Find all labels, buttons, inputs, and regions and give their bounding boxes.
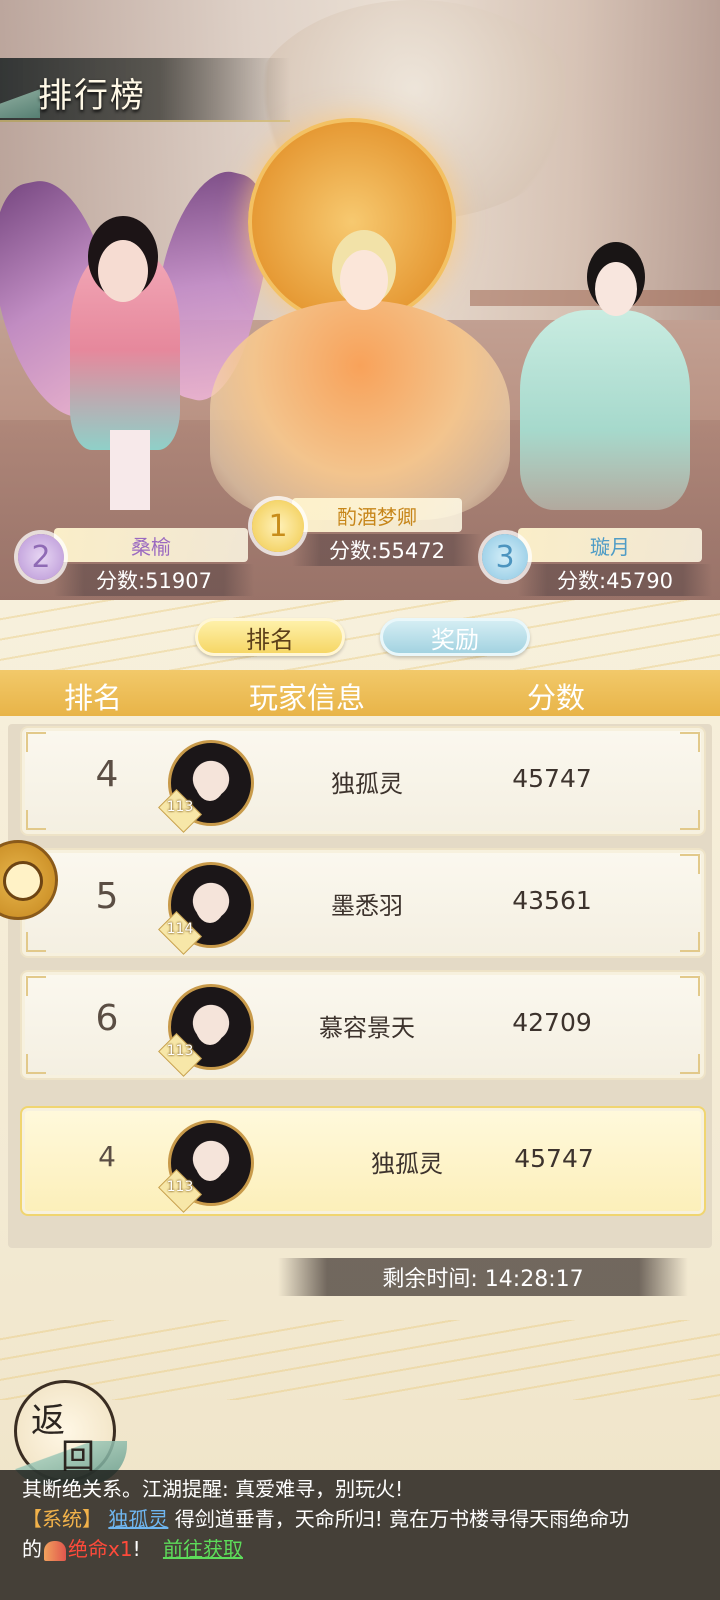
podium-rank3-score: 分数:45790 — [518, 564, 712, 596]
player-name: 独孤灵 — [331, 770, 403, 798]
table-row[interactable]: 5 114 墨悉羽 43561 — [20, 848, 706, 958]
system-chat[interactable]: 其断绝关系。江湖提醒: 真爱难寻，别玩火! 【系统】 独孤灵 得剑道垂青，天命所… — [0, 1470, 720, 1600]
podium-rank1-score: 分数:55472 — [292, 534, 482, 566]
item-name[interactable]: 绝命x1 — [68, 1537, 133, 1561]
rank3-badge: 3 — [482, 534, 528, 580]
podium-rank3-name: 璇月 — [518, 528, 702, 562]
rank1-badge: 1 — [252, 500, 304, 552]
podium-rank3[interactable]: 璇月 分数:45790 3 — [482, 528, 712, 600]
row-rank: 6 — [95, 998, 119, 1039]
chat-line-3: 的 绝命x1! 前往获取 — [22, 1534, 243, 1564]
header-player-info: 玩家信息 — [249, 681, 366, 715]
rank2-badge: 2 — [18, 534, 64, 580]
player-score: 42709 — [512, 1008, 592, 1037]
podium-rank1[interactable]: 酌酒梦卿 分数:55472 1 — [252, 498, 482, 570]
tab-ranking[interactable]: 排名 — [195, 618, 345, 656]
player-name: 墨悉羽 — [331, 892, 403, 920]
player-score: 45747 — [512, 764, 592, 793]
chat-message: 得剑道垂青，天命所归! 竟在万书楼寻得天雨绝命功 — [174, 1507, 630, 1531]
back-button[interactable]: 返 回 — [7, 1380, 127, 1485]
table-row[interactable]: 4 113 独孤灵 45747 — [20, 726, 706, 836]
table-header: 排名 玩家信息 分数 — [0, 670, 720, 716]
player-name: 慕容景天 — [319, 1014, 415, 1042]
chat-prefix: 的 — [22, 1537, 42, 1561]
tab-reward[interactable]: 奖励 — [380, 618, 530, 656]
header-score: 分数 — [527, 681, 586, 715]
back-char-1: 返 — [31, 1401, 65, 1441]
remaining-time: 剩余时间: 14:28:17 — [278, 1258, 688, 1296]
page-title: 排行榜 — [38, 76, 146, 116]
my-rank-row[interactable]: 4 113 独孤灵 45747 — [20, 1106, 706, 1216]
level-number: 113 — [166, 1043, 194, 1059]
podium-rank2-name: 桑榆 — [54, 528, 248, 562]
my-name: 独孤灵 — [371, 1150, 443, 1178]
chat-punct: ! — [132, 1537, 141, 1561]
level-number: 114 — [166, 921, 194, 937]
wave-ornament-bottom — [0, 1320, 720, 1400]
go-obtain-link[interactable]: 前往获取 — [163, 1537, 243, 1561]
player-link[interactable]: 独孤灵 — [108, 1507, 168, 1531]
title-banner: 排行榜 — [0, 58, 290, 122]
fan-item-icon — [44, 1540, 66, 1561]
wave-ornament — [0, 600, 720, 680]
header-rank: 排名 — [64, 681, 123, 715]
system-tag: 【系统】 — [22, 1507, 102, 1531]
chat-line-1: 其断绝关系。江湖提醒: 真爱难寻，别玩火! — [22, 1477, 404, 1501]
podium-rank2-score: 分数:51907 — [54, 564, 254, 596]
chat-line-2: 【系统】 独孤灵 得剑道垂青，天命所归! 竟在万书楼寻得天雨绝命功 — [22, 1504, 629, 1534]
my-level-number: 113 — [166, 1179, 194, 1195]
row-rank: 4 — [95, 754, 119, 795]
podium-rank2[interactable]: 桑榆 分数:51907 2 — [18, 528, 254, 600]
my-score: 45747 — [514, 1144, 594, 1173]
mountain-ornament-icon — [0, 84, 40, 118]
row-rank: 5 — [95, 876, 119, 917]
podium-rank1-name: 酌酒梦卿 — [292, 498, 462, 532]
player-score: 43561 — [512, 886, 592, 915]
level-number: 113 — [166, 799, 194, 815]
my-rank: 4 — [98, 1140, 116, 1173]
table-row[interactable]: 6 113 慕容景天 42709 — [20, 970, 706, 1080]
